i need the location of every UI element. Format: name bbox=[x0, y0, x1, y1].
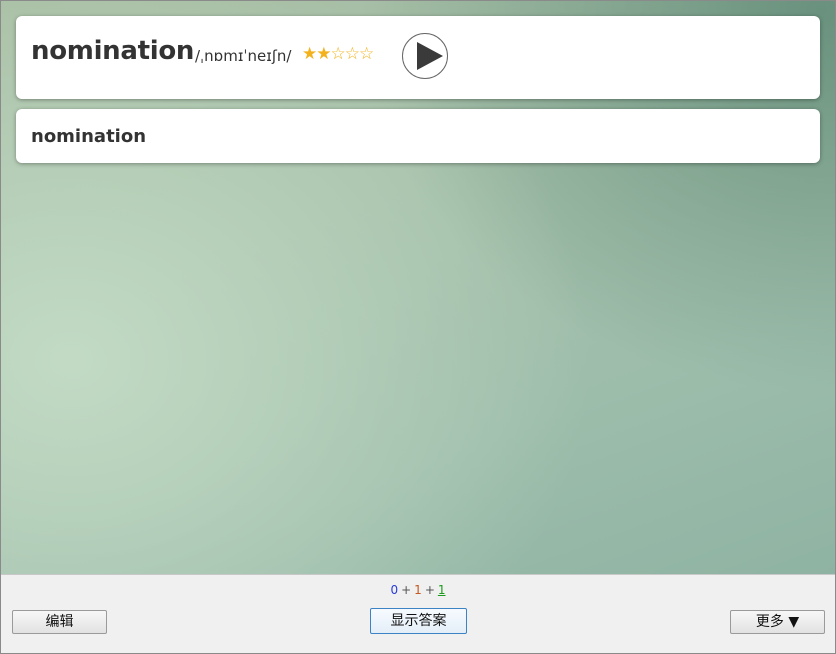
review-window: nomination /ˌnɒmɪˈneɪʃn/ ★★☆☆☆ nominatio… bbox=[0, 0, 836, 654]
front-card: nomination /ˌnɒmɪˈneɪʃn/ ★★☆☆☆ bbox=[16, 16, 820, 99]
edit-button[interactable]: 编辑 bbox=[12, 610, 107, 634]
more-button[interactable]: 更多 ▼ bbox=[730, 610, 825, 634]
count-separator: + bbox=[424, 583, 435, 597]
new-count: 0 bbox=[390, 583, 399, 597]
play-audio-button[interactable] bbox=[402, 33, 448, 79]
back-card: nomination bbox=[16, 109, 820, 163]
due-counts: 0 +1 +1 bbox=[1, 583, 835, 597]
show-answer-button[interactable]: 显示答案 bbox=[370, 608, 467, 634]
back-word: nomination bbox=[31, 126, 147, 147]
front-word: nomination bbox=[31, 36, 195, 66]
learning-count: 1 bbox=[414, 583, 422, 597]
card-area: nomination /ˌnɒmɪˈneɪʃn/ ★★☆☆☆ nominatio… bbox=[1, 1, 835, 574]
phonetic-transcription: /ˌnɒmɪˈneɪʃn/ bbox=[195, 47, 292, 65]
bottom-toolbar: 0 +1 +1 编辑 显示答案 更多 ▼ bbox=[1, 574, 835, 653]
count-separator: + bbox=[401, 583, 412, 597]
star-rating: ★★☆☆☆ bbox=[302, 44, 374, 64]
review-count: 1 bbox=[437, 583, 446, 597]
play-icon bbox=[417, 42, 443, 70]
